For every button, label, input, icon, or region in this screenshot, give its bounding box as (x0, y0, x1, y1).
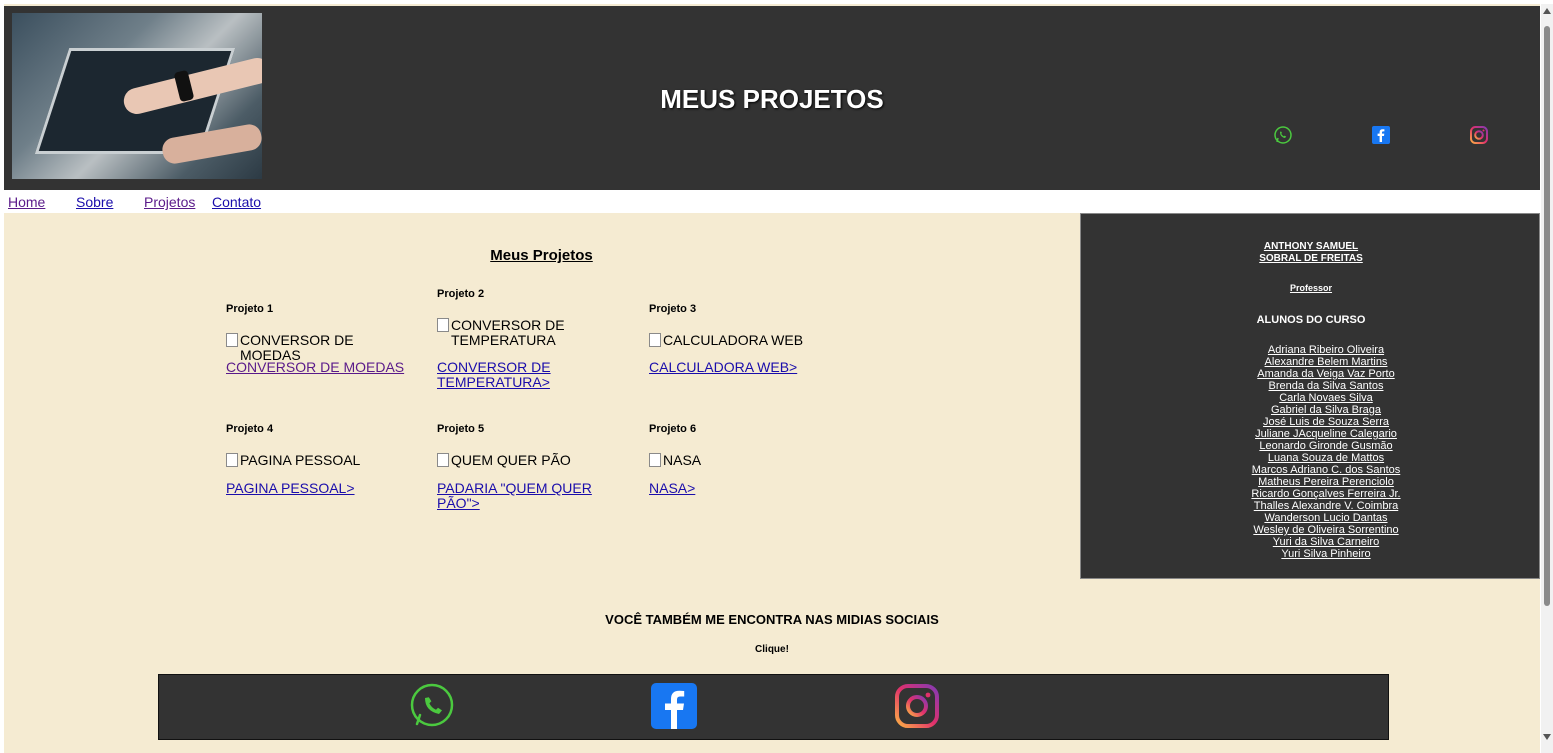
project-image: CONVERSOR DE TEMPERATURA (437, 318, 587, 348)
project-link[interactable]: NASA> (649, 481, 839, 496)
broken-image-icon (649, 333, 661, 347)
click-hint: Clique! (755, 644, 789, 655)
student-item[interactable]: Matheus Pereira Perenciolo (1231, 476, 1421, 488)
student-item[interactable]: Wesley de Oliveira Sorrentino (1231, 524, 1421, 536)
social-follow-text: VOCÊ TAMBÉM ME ENCONTRA NAS MIDIAS SOCIA… (605, 612, 939, 627)
nav-item-contato[interactable]: Contato (212, 194, 261, 210)
student-item[interactable]: Leonardo Gironde Gusmão (1231, 440, 1421, 452)
project-image: PAGINA PESSOAL (226, 453, 411, 468)
project-label: Projeto 6 (649, 423, 697, 435)
nav-item-sobre[interactable]: Sobre (76, 194, 113, 210)
student-item[interactable]: Juliane JAcqueline Calegario (1231, 428, 1421, 440)
professor-name[interactable]: ANTHONY SAMUEL SOBRAL DE FREITAS (1251, 241, 1371, 265)
students-list: Adriana Ribeiro Oliveira Alexandre Belem… (1231, 344, 1421, 560)
whatsapp-icon[interactable] (408, 682, 456, 730)
project-label: Projeto 4 (226, 423, 274, 435)
project-label: Projeto 5 (437, 423, 485, 435)
site-header: MEUS PROJETOS (4, 6, 1540, 190)
students-heading: ALUNOS DO CURSO (1256, 314, 1366, 326)
course-sidebar: ANTHONY SAMUEL SOBRAL DE FREITAS Profess… (1080, 213, 1540, 579)
student-item[interactable]: Thalles Alexandre V. Coimbra (1231, 500, 1421, 512)
project-image-alt: CALCULADORA WEB (663, 332, 804, 348)
student-item[interactable]: Alexandre Belem Martins (1231, 356, 1421, 368)
project-link[interactable]: CONVERSOR DE TEMPERATURA> (437, 360, 577, 390)
project-label: Projeto 3 (649, 303, 697, 315)
project-image: QUEM QUER PÃO (437, 453, 622, 468)
social-footer (158, 674, 1389, 740)
student-item[interactable]: Brenda da Silva Santos (1231, 380, 1421, 392)
project-link[interactable]: PADARIA "QUEM QUER PÃO"> (437, 481, 627, 511)
student-item[interactable]: José Luis de Souza Serra (1231, 416, 1421, 428)
student-item[interactable]: Yuri da Silva Carneiro (1231, 536, 1421, 548)
project-image-alt: QUEM QUER PÃO (451, 452, 571, 468)
student-item[interactable]: Carla Novaes Silva (1231, 392, 1421, 404)
nav-item-home[interactable]: Home (8, 194, 45, 210)
instagram-icon[interactable] (893, 682, 941, 730)
project-label: Projeto 1 (226, 303, 274, 315)
vertical-scrollbar[interactable] (1541, 4, 1553, 753)
broken-image-icon (437, 453, 449, 467)
facebook-icon[interactable] (1371, 125, 1391, 145)
project-image-alt: NASA (663, 452, 702, 468)
instagram-icon[interactable] (1469, 125, 1489, 145)
student-item[interactable]: Gabriel da Silva Braga (1231, 404, 1421, 416)
main-nav: Home Sobre Projetos Contato (4, 190, 1540, 213)
project-link[interactable]: CONVERSOR DE MOEDAS (226, 360, 416, 375)
page-title: MEUS PROJETOS (660, 84, 884, 114)
student-item[interactable]: Yuri Silva Pinheiro (1231, 548, 1421, 560)
project-link[interactable]: PAGINA PESSOAL> (226, 481, 416, 496)
student-item[interactable]: Amanda da Veiga Vaz Porto (1231, 368, 1421, 380)
student-item[interactable]: Ricardo Gonçalves Ferreira Jr. (1231, 488, 1421, 500)
project-image: CALCULADORA WEB (649, 333, 834, 348)
project-image-alt: CONVERSOR DE TEMPERATURA (451, 317, 565, 348)
student-item[interactable]: Wanderson Lucio Dantas (1231, 512, 1421, 524)
project-image-alt: PAGINA PESSOAL (240, 452, 361, 468)
student-item[interactable]: Luana Souza de Mattos (1231, 452, 1421, 464)
broken-image-icon (226, 333, 238, 347)
section-title: Meus Projetos (490, 247, 593, 265)
project-label: Projeto 2 (437, 288, 485, 300)
project-image: NASA (649, 453, 834, 468)
scrollbar-thumb[interactable] (1544, 26, 1550, 606)
scroll-down-arrow-icon[interactable] (1543, 734, 1551, 740)
whatsapp-icon[interactable] (1273, 125, 1293, 145)
page: MEUS PROJETOS Home Sobre Projetos Contat… (4, 4, 1540, 753)
facebook-icon[interactable] (650, 682, 698, 730)
project-link[interactable]: CALCULADORA WEB> (649, 360, 839, 375)
broken-image-icon (649, 453, 661, 467)
nav-item-projetos[interactable]: Projetos (144, 194, 195, 210)
student-item[interactable]: Adriana Ribeiro Oliveira (1231, 344, 1421, 356)
student-item[interactable]: Marcos Adriano C. dos Santos (1231, 464, 1421, 476)
broken-image-icon (437, 318, 449, 332)
scroll-up-arrow-icon[interactable] (1543, 8, 1551, 14)
professor-role[interactable]: Professor (1251, 283, 1371, 293)
broken-image-icon (226, 453, 238, 467)
